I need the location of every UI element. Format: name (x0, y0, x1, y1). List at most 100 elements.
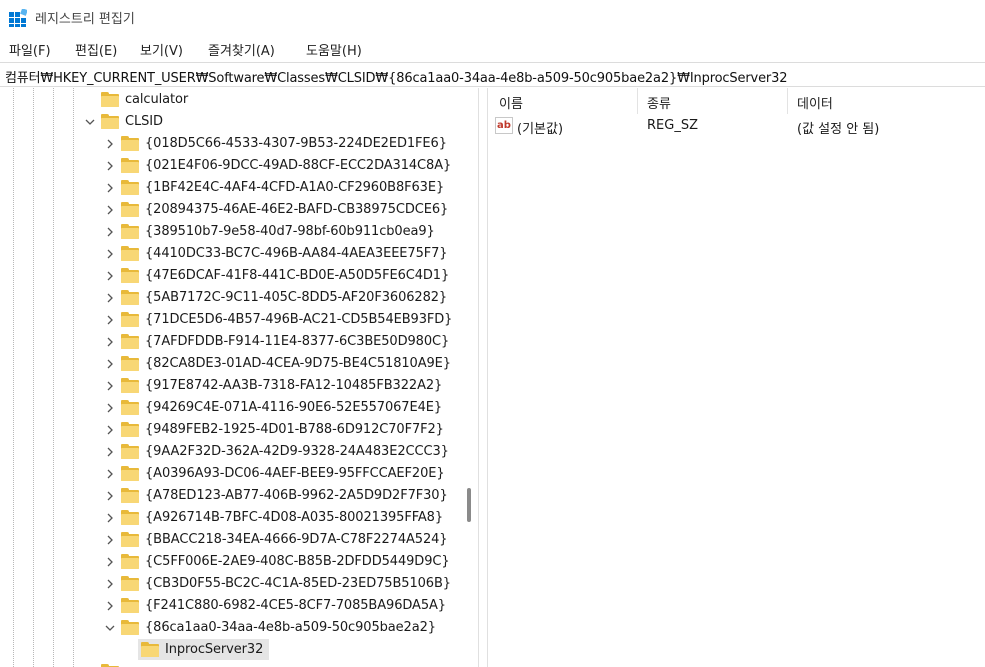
chevron-right-icon[interactable] (103, 445, 117, 459)
address-bar[interactable]: 컴퓨터₩HKEY_CURRENT_USER₩Software₩Classes₩C… (0, 62, 985, 87)
folder-icon (121, 400, 139, 415)
folder-icon (121, 180, 139, 195)
tree-node-clsid-child[interactable]: {20894375-46AE-46E2-BAFD-CB38975CDCE6} (0, 199, 478, 221)
chevron-right-icon[interactable] (103, 225, 117, 239)
folder-icon (121, 136, 139, 151)
tree-node-clsid-child[interactable]: {A926714B-7BFC-4D08-A035-80021395FFA8} (0, 507, 478, 529)
value-name: (기본값) (517, 122, 564, 137)
folder-icon (121, 532, 139, 547)
tree-node-clsid-child[interactable]: {9AA2F32D-362A-42D9-9328-24A483E2CCC3} (0, 441, 478, 463)
folder-icon (121, 224, 139, 239)
tree-node-clsid-child[interactable]: {9489FEB2-1925-4D01-B788-6D912C70F7F2} (0, 419, 478, 441)
tree-node-label: {BBACC218-34EA-4666-9D7A-C78F2274A524} (145, 532, 448, 547)
tree-node-label: InprocServer32 (165, 642, 264, 657)
chevron-down-icon[interactable] (83, 115, 97, 129)
tree-node-label: {389510b7-9e58-40d7-98bf-60b911cb0ea9} (145, 224, 435, 239)
tree-node-clsid-child[interactable]: {47E6DCAF-41F8-441C-BD0E-A50D5FE6C4D1} (0, 265, 478, 287)
chevron-right-icon[interactable] (103, 269, 117, 283)
chevron-right-icon[interactable] (103, 467, 117, 481)
tree-node-clsid-child[interactable]: {71DCE5D6-4B57-496B-AC21-CD5B54EB93FD} (0, 309, 478, 331)
tree-node-clsid-child[interactable]: {CB3D0F55-BC2C-4C1A-85ED-23ED75B5106B} (0, 573, 478, 595)
tree-node-clsid-child[interactable]: {A0396A93-DC06-4AEF-BEE9-95FFCCAEF20E} (0, 463, 478, 485)
column-header-name[interactable]: 이름 (489, 88, 637, 114)
column-header-label: 종류 (647, 97, 671, 112)
chevron-right-icon[interactable] (103, 599, 117, 613)
tree-node-label: {94269C4E-071A-4116-90E6-52E557067E4E} (145, 400, 443, 415)
values-list[interactable]: 이름 종류 데이터 ab (기본값) REG_SZ (값 설정 안 됨) (489, 88, 985, 667)
folder-icon (121, 202, 139, 217)
folder-icon (121, 312, 139, 327)
tree-node-clsid-child[interactable]: {5AB7172C-9C11-405C-8DD5-AF20F3606282} (0, 287, 478, 309)
tree-node-clsid-child[interactable]: {7AFDFDDB-F914-11E4-8377-6C3BE50D980C} (0, 331, 478, 353)
tree-node-next[interactable] (0, 661, 478, 667)
registry-tree[interactable]: calculator CLSID {018D5C66-4533-4307-9B5… (0, 88, 478, 667)
chevron-right-icon[interactable] (103, 511, 117, 525)
tree-node-clsid-child[interactable]: {82CA8DE3-01AD-4CEA-9D75-BE4C51810A9E} (0, 353, 478, 375)
title-bar: 레지스트리 편집기 (0, 0, 985, 34)
chevron-right-icon[interactable] (103, 313, 117, 327)
menu-help[interactable]: 도움말(H) (306, 40, 362, 59)
chevron-right-icon[interactable] (103, 533, 117, 547)
folder-icon (121, 620, 139, 635)
tree-node-label: {CB3D0F55-BC2C-4C1A-85ED-23ED75B5106B} (145, 576, 451, 591)
chevron-right-icon[interactable] (103, 247, 117, 261)
tree-node-label: {F241C880-6982-4CE5-8CF7-7085BA96DA5A} (145, 598, 446, 613)
menu-file[interactable]: 파일(F) (9, 40, 51, 59)
tree-node-label: {9489FEB2-1925-4D01-B788-6D912C70F7F2} (145, 422, 444, 437)
tree-node-clsid-child[interactable]: {018D5C66-4533-4307-9B53-224DE2ED1FE6} (0, 133, 478, 155)
tree-node-clsid-child[interactable]: {021E4F06-9DCC-49AD-88CF-ECC2DA314C8A} (0, 155, 478, 177)
folder-icon (101, 92, 119, 107)
tree-node-label: {9AA2F32D-362A-42D9-9328-24A483E2CCC3} (145, 444, 449, 459)
tree-node-inprocserver32[interactable]: InprocServer32 (0, 639, 478, 661)
tree-node-clsid-child[interactable]: {1BF42E4C-4AF4-4CFD-A1A0-CF2960B8F63E} (0, 177, 478, 199)
chevron-right-icon[interactable] (103, 489, 117, 503)
tree-node-clsid-child[interactable]: {BBACC218-34EA-4666-9D7A-C78F2274A524} (0, 529, 478, 551)
tree-node-clsid-child[interactable]: {4410DC33-BC7C-496B-AA84-4AEA3EEE75F7} (0, 243, 478, 265)
column-header-type[interactable]: 종류 (637, 88, 787, 114)
chevron-right-icon[interactable] (103, 379, 117, 393)
tree-scrollbar[interactable] (462, 88, 478, 667)
tree-node-clsid-child[interactable]: {917E8742-AA3B-7318-FA12-10485FB322A2} (0, 375, 478, 397)
tree-node-clsid-child[interactable]: {F241C880-6982-4CE5-8CF7-7085BA96DA5A} (0, 595, 478, 617)
chevron-right-icon[interactable] (103, 181, 117, 195)
folder-icon (121, 290, 139, 305)
chevron-right-icon[interactable] (103, 335, 117, 349)
chevron-right-icon[interactable] (103, 137, 117, 151)
menu-favorites[interactable]: 즐겨찾기(A) (208, 40, 275, 59)
chevron-right-icon[interactable] (103, 203, 117, 217)
tree-node-label: {917E8742-AA3B-7318-FA12-10485FB322A2} (145, 378, 443, 393)
tree-node-clsid[interactable]: CLSID (0, 111, 478, 133)
column-header-data[interactable]: 데이터 (787, 88, 985, 114)
tree-node-clsid-child[interactable]: {A78ED123-AB77-406B-9962-2A5D9D2F7F30} (0, 485, 478, 507)
tree-node-label: {86ca1aa0-34aa-4e8b-a509-50c905bae2a2} (145, 620, 436, 635)
chevron-right-icon[interactable] (103, 577, 117, 591)
address-path[interactable]: 컴퓨터₩HKEY_CURRENT_USER₩Software₩Classes₩C… (5, 67, 788, 86)
folder-icon (121, 378, 139, 393)
registry-editor-icon (9, 9, 27, 27)
chevron-right-icon[interactable] (103, 423, 117, 437)
folder-icon (121, 510, 139, 525)
string-value-icon: ab (495, 117, 513, 134)
tree-node-clsid-child[interactable]: {389510b7-9e58-40d7-98bf-60b911cb0ea9} (0, 221, 478, 243)
chevron-down-icon[interactable] (103, 621, 117, 635)
chevron-right-icon[interactable] (103, 555, 117, 569)
tree-node-label: {A78ED123-AB77-406B-9962-2A5D9D2F7F30} (145, 488, 448, 503)
tree-node-clsid-child[interactable]: {94269C4E-071A-4116-90E6-52E557067E4E} (0, 397, 478, 419)
chevron-right-icon[interactable] (103, 357, 117, 371)
column-header-label: 데이터 (797, 97, 833, 112)
folder-icon (121, 444, 139, 459)
value-type: REG_SZ (647, 118, 698, 133)
menu-view[interactable]: 보기(V) (140, 40, 183, 59)
tree-node-label: {1BF42E4C-4AF4-4CFD-A1A0-CF2960B8F63E} (145, 180, 445, 195)
chevron-right-icon[interactable] (103, 291, 117, 305)
value-row[interactable]: ab (기본값) REG_SZ (값 설정 안 됨) (489, 115, 985, 137)
scrollbar-thumb[interactable] (467, 488, 471, 522)
tree-node-label: {C5FF006E-2AE9-408C-B85B-2DFDD5449D9C} (145, 554, 450, 569)
chevron-right-icon[interactable] (103, 159, 117, 173)
tree-node-clsid-child[interactable]: {C5FF006E-2AE9-408C-B85B-2DFDD5449D9C} (0, 551, 478, 573)
chevron-right-icon[interactable] (103, 401, 117, 415)
tree-node-calculator[interactable]: calculator (0, 89, 478, 111)
pane-splitter[interactable] (478, 88, 488, 667)
tree-node-clsid-child[interactable]: {86ca1aa0-34aa-4e8b-a509-50c905bae2a2} (0, 617, 478, 639)
menu-edit[interactable]: 편집(E) (75, 40, 117, 59)
